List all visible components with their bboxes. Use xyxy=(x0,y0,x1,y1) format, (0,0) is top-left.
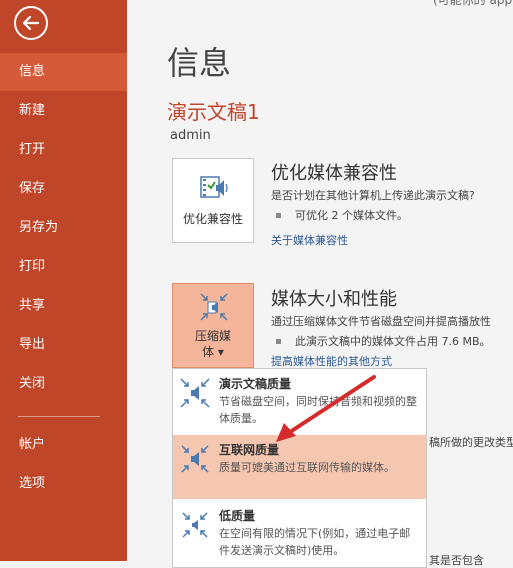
author-name: admin xyxy=(170,128,211,143)
internet-quality-icon xyxy=(181,445,209,473)
media-section-title: 媒体大小和性能 xyxy=(271,289,397,310)
media-compatibility-link[interactable]: 关于媒体兼容性 xyxy=(271,232,348,248)
menu-item-desc: 质量可媲美通过互联网传输的媒体。 xyxy=(219,461,395,474)
optimize-bullet-text: 可优化 2 个媒体文件。 xyxy=(295,209,408,222)
background-text-2: 其是否包含 xyxy=(429,554,484,567)
nav-item-save-as[interactable]: 另存为 xyxy=(0,209,127,247)
nav-item-close[interactable]: 关闭 xyxy=(0,365,127,403)
document-name: 演示文稿1 xyxy=(167,100,260,124)
backstage-sidebar: 信息 新建 打开 保存 另存为 打印 共享 导出 关闭 帐户 选项 xyxy=(0,0,127,561)
menu-item-low-quality[interactable]: 低质量 在空间有限的情况下(例如，通过电子邮件发送演示文稿时)使用。 xyxy=(173,501,426,565)
nav-item-options[interactable]: 选项 xyxy=(0,465,127,503)
compress-media-label: 压缩媒 体 ▾ xyxy=(173,328,253,360)
nav-item-save[interactable]: 保存 xyxy=(0,170,127,208)
optimize-tile-label: 优化兼容性 xyxy=(182,212,243,226)
presentation-quality-icon xyxy=(180,378,210,408)
film-speaker-icon xyxy=(200,176,228,198)
media-bullet: 此演示文稿中的媒体文件占用 7.6 MB。 xyxy=(276,333,491,349)
optimize-section-desc: 是否计划在其他计算机上传递此演示文稿? xyxy=(271,189,475,202)
nav-item-new[interactable]: 新建 xyxy=(0,92,127,130)
back-arrow-icon xyxy=(22,15,40,31)
bullet-square-icon xyxy=(276,212,281,218)
top-cut-text: (可能你的 app xyxy=(433,0,513,7)
nav-divider xyxy=(18,416,100,417)
optimize-section-title: 优化媒体兼容性 xyxy=(271,163,397,184)
optimize-bullet: 可优化 2 个媒体文件。 xyxy=(276,207,408,223)
compress-media-icon xyxy=(200,293,228,321)
compress-media-label-line2: 体 ▾ xyxy=(202,345,224,359)
nav-item-account[interactable]: 帐户 xyxy=(0,426,127,464)
nav-item-export[interactable]: 导出 xyxy=(0,326,127,364)
page-title: 信息 xyxy=(167,44,232,82)
compress-media-button[interactable]: 压缩媒 体 ▾ xyxy=(172,283,254,368)
nav-item-info[interactable]: 信息 xyxy=(0,53,127,91)
compress-media-label-line1: 压缩媒 xyxy=(194,329,231,343)
background-text: 稿所做的更改类型, xyxy=(429,436,513,449)
menu-item-title: 低质量 xyxy=(219,509,256,523)
nav-item-share[interactable]: 共享 xyxy=(0,287,127,325)
media-section-desc: 通过压缩媒体文件节省磁盘空间并提高播放性 xyxy=(271,315,491,328)
media-performance-link[interactable]: 提高媒体性能的其他方式 xyxy=(271,353,392,369)
back-button[interactable] xyxy=(14,6,48,40)
low-quality-icon xyxy=(182,512,208,538)
annotation-arrow-icon xyxy=(276,375,376,442)
media-bullet-text: 此演示文稿中的媒体文件占用 7.6 MB。 xyxy=(295,335,491,348)
nav-item-print[interactable]: 打印 xyxy=(0,248,127,286)
optimize-compatibility-button[interactable]: 优化兼容性 xyxy=(172,158,254,243)
nav-item-open[interactable]: 打开 xyxy=(0,131,127,169)
menu-item-desc: 在空间有限的情况下(例如，通过电子邮件发送演示文稿时)使用。 xyxy=(219,527,411,557)
bullet-square-icon xyxy=(276,338,281,344)
